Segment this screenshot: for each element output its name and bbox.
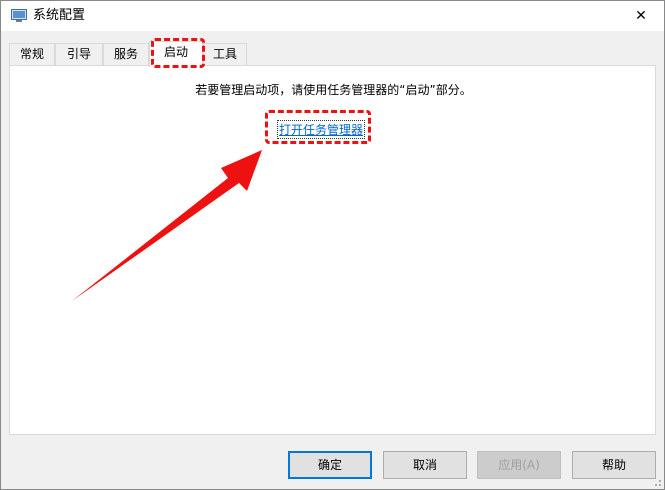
tab-services[interactable]: 服务 [103, 43, 149, 65]
apply-button[interactable]: 应用(A) [477, 451, 561, 479]
help-button[interactable]: 帮助 [572, 451, 656, 479]
close-icon: ✕ [635, 8, 647, 24]
system-config-window: 系统配置 ✕ 常规 引导 服务 启动 工具 若要管理启动项，请使用任务管理器的“… [0, 0, 665, 490]
resize-grip-icon[interactable] [652, 477, 662, 487]
system-config-icon [11, 9, 27, 22]
close-button[interactable]: ✕ [618, 1, 664, 31]
startup-panel: 若要管理启动项，请使用任务管理器的“启动”部分。 打开任务管理器 [9, 65, 656, 435]
tab-tools[interactable]: 工具 [203, 43, 247, 65]
tab-startup[interactable]: 启动 [149, 41, 203, 67]
tab-boot[interactable]: 引导 [55, 43, 103, 65]
window-title: 系统配置 [33, 8, 86, 23]
tab-general[interactable]: 常规 [9, 43, 55, 65]
title-bar: 系统配置 ✕ [1, 1, 664, 31]
cancel-button[interactable]: 取消 [383, 451, 467, 479]
open-task-manager-link[interactable]: 打开任务管理器 [276, 120, 366, 139]
ok-button[interactable]: 确定 [288, 451, 372, 479]
startup-info-text: 若要管理启动项，请使用任务管理器的“启动”部分。 [195, 83, 472, 97]
